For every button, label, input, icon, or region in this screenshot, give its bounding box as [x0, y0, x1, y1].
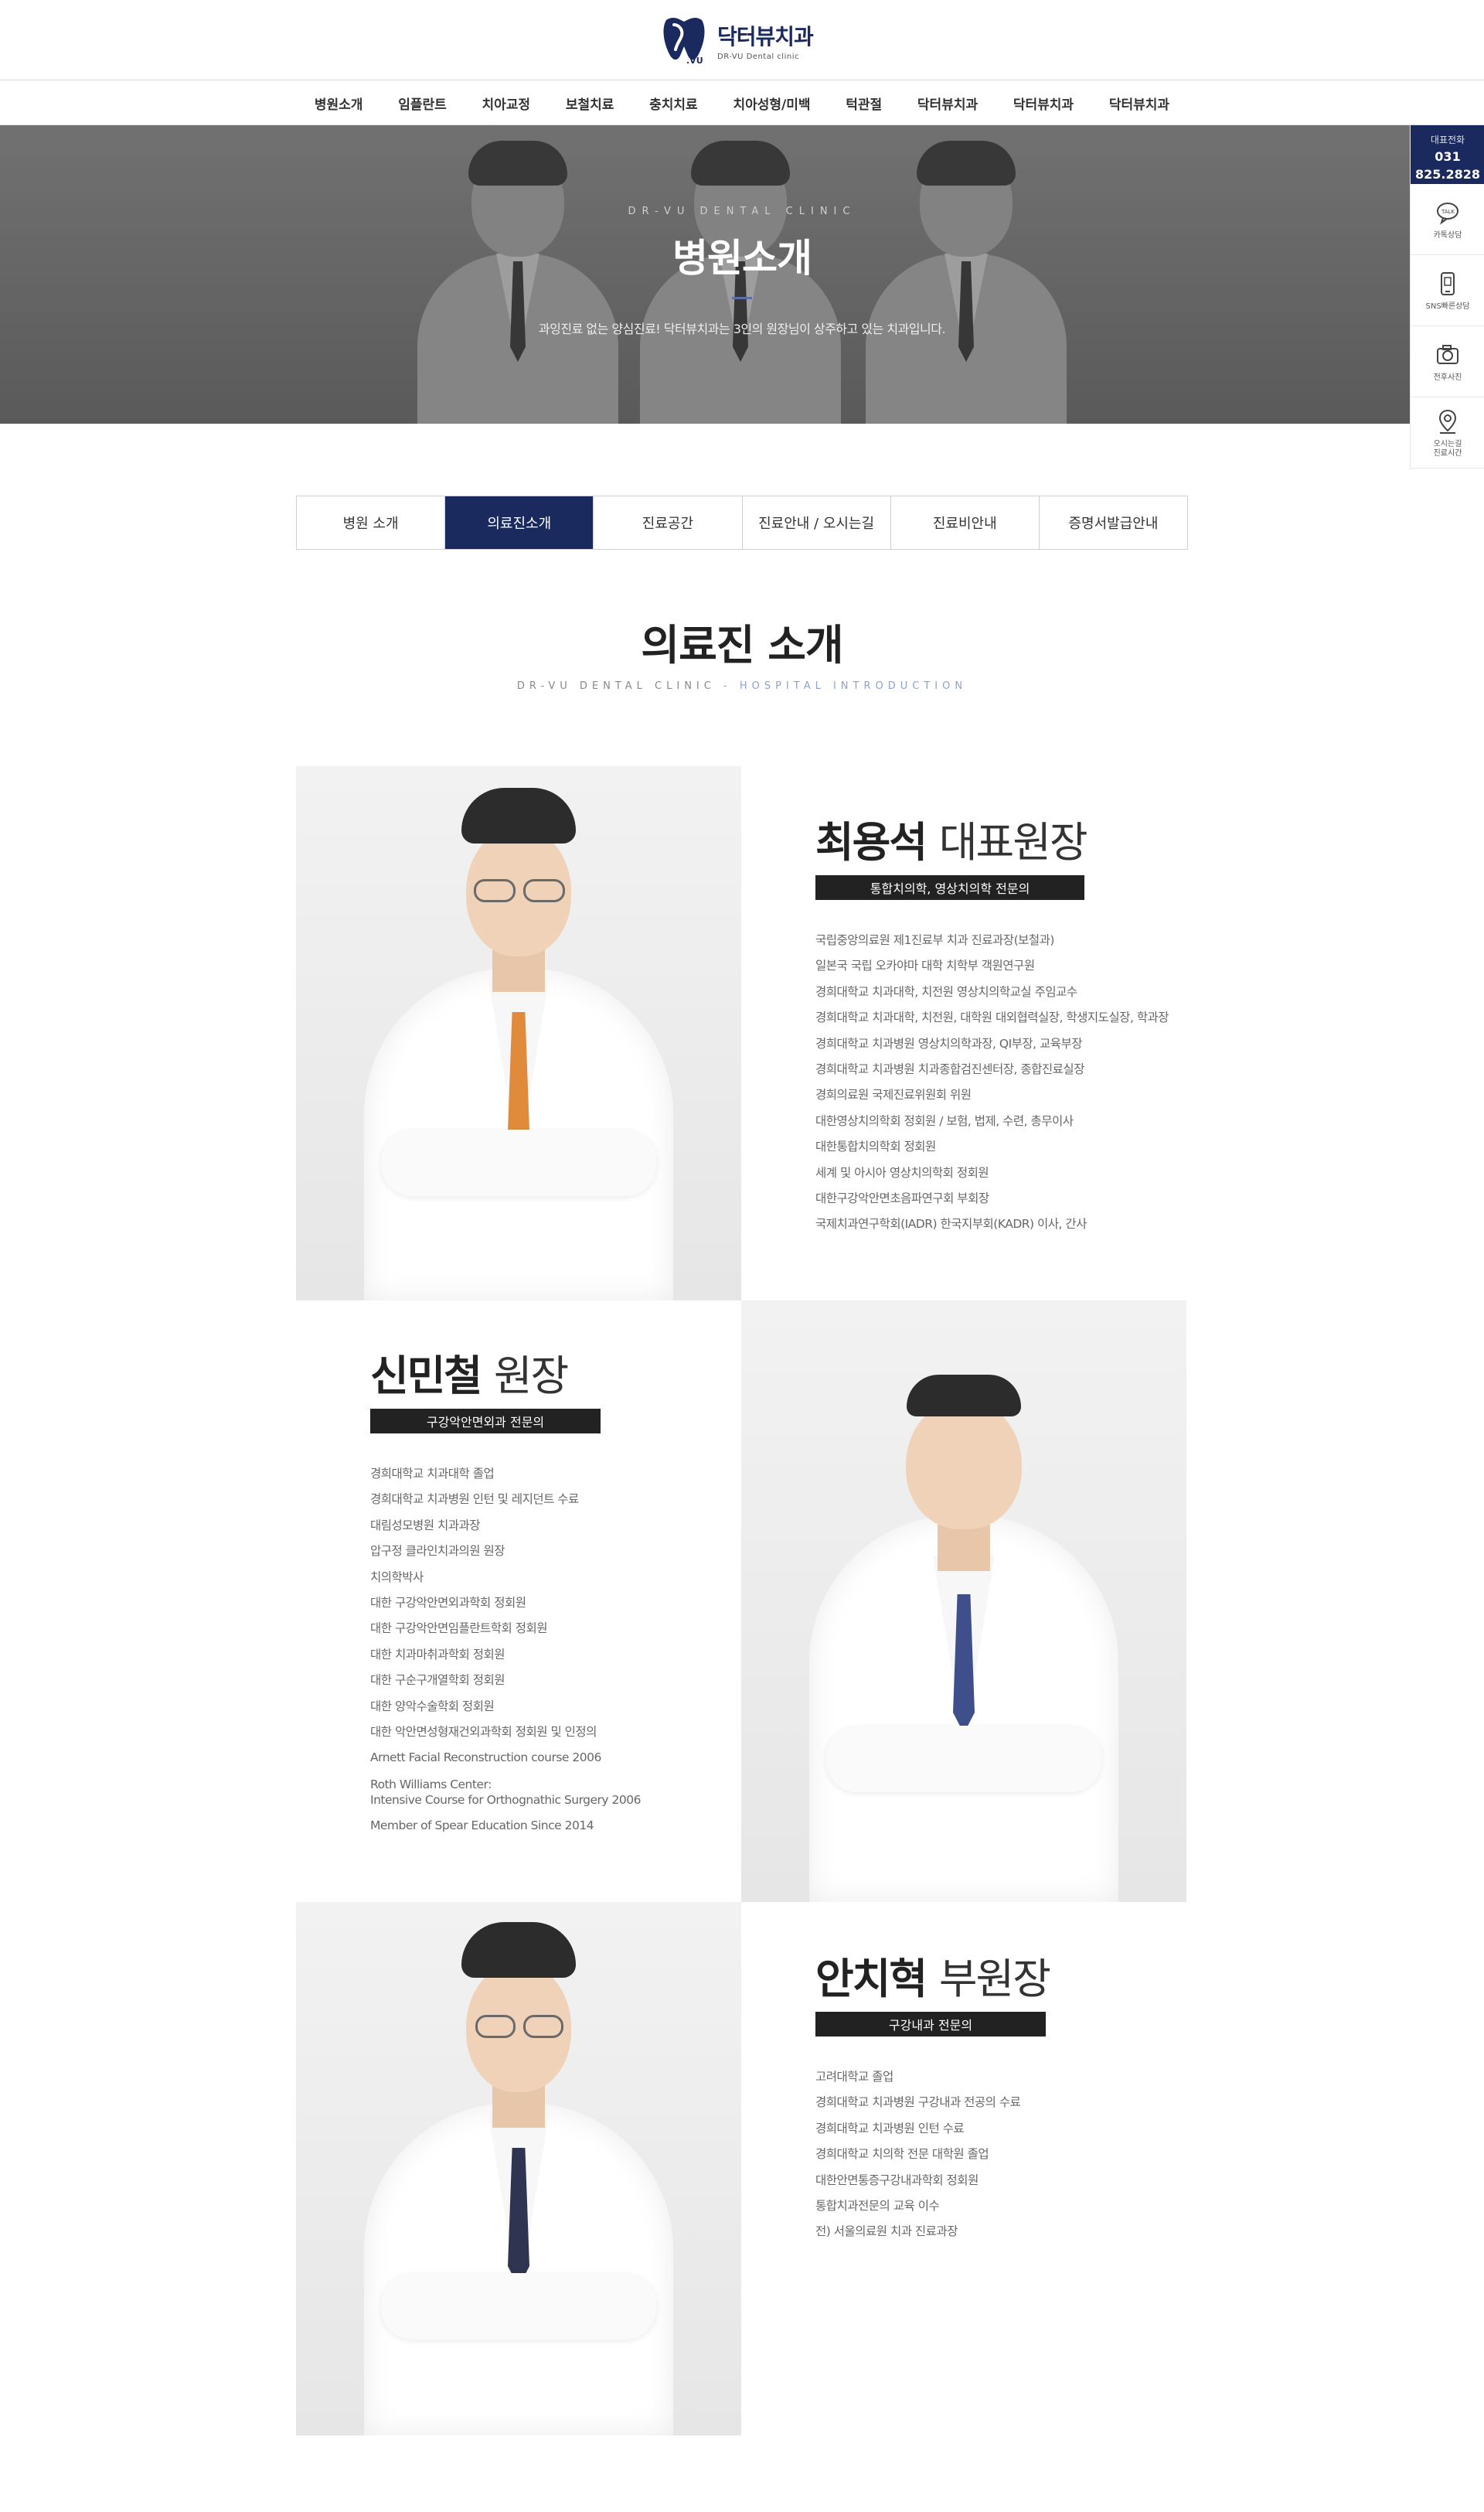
career-item: 대한구강악안면초음파연구회 부회장: [815, 1191, 989, 1206]
gnb-item-orthodontics[interactable]: 치아교정: [482, 94, 531, 113]
doctor-role: 부원장: [938, 1955, 1051, 2003]
map-pin-icon: [1438, 409, 1457, 434]
mobile-icon: [1441, 271, 1455, 295]
section-subtitle: DR-VU DENTAL CLINIC - HOSPITAL INTRODUCT…: [0, 680, 1484, 692]
logo-mark-text: .VU: [686, 56, 703, 65]
chat-icon: TALK: [1437, 202, 1458, 225]
quick-location[interactable]: 오시는길 진료시간: [1411, 397, 1484, 469]
gnb-item-hospital[interactable]: 병원소개: [315, 94, 363, 113]
career-item: 경희대학교 치의학 전문 대학원 졸업: [815, 2147, 989, 2162]
sub-tabs: 병원 소개 의료진소개 진료공간 진료안내 / 오시는길 진료비안내 증명서발급…: [296, 496, 1188, 550]
section-subtitle-main: DR-VU DENTAL CLINIC: [516, 680, 716, 692]
tab-hospital-intro[interactable]: 병원 소개: [297, 496, 446, 549]
gnb-item-drvu-1[interactable]: 닥터뷰치과: [917, 94, 978, 113]
camera-icon: [1437, 344, 1458, 364]
career-item: 전) 서울의료원 치과 진료과장: [815, 2224, 958, 2239]
career-item: 고려대학교 졸업: [815, 2070, 893, 2084]
quick-call-title: 대표전화: [1430, 135, 1465, 145]
career-item: 대한영상치의학회 정회원 / 보험, 법제, 수련, 총무이사: [815, 1113, 1074, 1128]
quick-before-after-label: 전후사진: [1433, 373, 1462, 382]
doctor-photo: [296, 1902, 741, 2435]
gnb-item-prosthetics[interactable]: 보철치료: [566, 94, 614, 113]
doctor-specialty-badge: 통합치의학, 영상치의학 전문의: [815, 875, 1084, 900]
doctor-name: 최용석 대표원장: [815, 818, 1261, 867]
gnb-item-tmj[interactable]: 턱관절: [846, 94, 882, 113]
doctor-specialty-badge: 구강내과 전문의: [815, 2012, 1046, 2037]
career-item: 경희대학교 치과병원 영상치의학과장, QI부장, 교육부장: [815, 1036, 1083, 1051]
doctor-info: 최용석 대표원장 통합치의학, 영상치의학 전문의 국립중앙의료원 제1진료부 …: [815, 818, 1261, 1238]
logo-name: 닥터뷰치과: [717, 23, 814, 49]
doctor-role: 대표원장: [938, 818, 1088, 867]
hero-description: 과잉진료 없는 양심진료! 닥터뷰치과는 3인의 원장님이 상주하고 있는 치과…: [538, 322, 946, 336]
svg-text:TALK: TALK: [1441, 209, 1455, 215]
section-subtitle-separator: -: [715, 680, 740, 692]
tab-fees[interactable]: 진료비안내: [890, 496, 1040, 549]
quick-call-box[interactable]: 대표전화 031 825.2828: [1411, 125, 1484, 184]
career-item: 경희대학교 치과대학, 치전원 영상치의학교실 주임교수: [815, 984, 1077, 999]
hero-eyebrow: DR-VU DENTAL CLINIC: [628, 206, 856, 217]
quick-kakao-label: 카톡상담: [1433, 230, 1462, 240]
section-title: 의료진 소개: [641, 621, 843, 670]
main-navigation: 병원소개 임플란트 치아교정 보철치료 충치치료 치아성형/미백 턱관절 닥터뷰…: [0, 80, 1484, 125]
logo-subtitle: DR-VU Dental clinic: [717, 52, 799, 61]
tab-certificates[interactable]: 증명서발급안내: [1039, 496, 1188, 549]
gnb-item-cavity[interactable]: 충치치료: [649, 94, 698, 113]
doctor-name-text: 안치혁: [815, 1955, 928, 2003]
quick-location-label: 오시는길 진료시간: [1433, 439, 1462, 458]
career-item: 경희의료원 국제진료위원회 위원: [815, 1088, 972, 1103]
section-subtitle-accent: HOSPITAL INTRODUCTION: [739, 680, 968, 692]
career-item: 경희대학교 치과대학, 치전원, 대학원 대외협력실장, 학생지도실장, 학과장: [815, 1011, 1169, 1025]
gnb-item-drvu-3[interactable]: 닥터뷰치과: [1109, 94, 1169, 113]
career-item: 대한통합치의학회 정회원: [815, 1140, 936, 1154]
career-item: 국립중앙의료원 제1진료부 치과 진료과장(보철과): [815, 933, 1054, 947]
tab-medical-staff[interactable]: 의료진소개: [445, 496, 594, 549]
hero-title: 병원소개: [672, 236, 812, 281]
site-header: .VU 닥터뷰치과 DR-VU Dental clinic: [0, 0, 1484, 80]
quick-sns-label: SNS빠른상담: [1425, 302, 1470, 311]
career-item: 대한안면통증구강내과학회 정회원: [815, 2173, 979, 2187]
quick-sns-consult[interactable]: SNS빠른상담: [1411, 255, 1484, 326]
doctor-photo: [741, 1300, 1186, 1902]
doctor-name: 안치혁 부원장: [815, 1955, 1261, 2004]
gnb-item-cosmetic[interactable]: 치아성형/미백: [733, 94, 810, 113]
tab-hours-location[interactable]: 진료안내 / 오시는길: [742, 496, 891, 549]
tooth-logo-icon: .VU: [663, 17, 705, 65]
career-item: 경희대학교 치과병원 인턴 수료: [815, 2121, 965, 2135]
career-item: 세계 및 아시아 영상치의학회 정회원: [815, 1165, 989, 1180]
career-item: 통합치과전문의 교육 이수: [815, 2199, 940, 2214]
quick-menu: 대표전화 031 825.2828 TALK 카톡상담 SNS빠른상담 전후사진…: [1410, 125, 1484, 470]
gnb-item-implant[interactable]: 임플란트: [398, 94, 447, 113]
doctor-name-text: 신민철: [370, 1351, 482, 1400]
doctor-name-text: 최용석: [815, 818, 928, 867]
site-logo[interactable]: .VU 닥터뷰치과 DR-VU Dental clinic: [660, 15, 814, 65]
doctor-role: 원장: [493, 1351, 569, 1400]
quick-call-number-1: 031: [1435, 149, 1461, 164]
career-item: 국제치과연구학회(IADR) 한국지부회(KADR) 이사, 간사: [815, 1217, 1087, 1232]
quick-before-after[interactable]: 전후사진: [1411, 326, 1484, 397]
quick-call-number-2: 825.2828: [1414, 167, 1480, 182]
career-item: 경희대학교 치과병원 치과종합검진센터장, 종합진료실장: [815, 1062, 1084, 1077]
career-item: 경희대학교 치과병원 구강내과 전공의 수료: [815, 2095, 1021, 2110]
doctor-career-list: 고려대학교 졸업 경희대학교 치과병원 구강내과 전공의 수료 경희대학교 치과…: [815, 2064, 1261, 2245]
career-item: 일본국 국립 오카야마 대학 치학부 객원연구원: [815, 959, 1035, 973]
tab-facilities[interactable]: 진료공간: [594, 496, 743, 549]
gnb-item-drvu-2[interactable]: 닥터뷰치과: [1013, 94, 1074, 113]
doctor-specialty-badge: 구강악안면외과 전문의: [370, 1409, 601, 1433]
quick-kakao-consult[interactable]: TALK 카톡상담: [1411, 184, 1484, 255]
hero-banner: DR-VU DENTAL CLINIC 병원소개 과잉진료 없는 양심진료! 닥…: [0, 125, 1410, 424]
doctor-photo: [296, 766, 741, 1300]
doctor-info: 안치혁 부원장 구강내과 전문의 고려대학교 졸업 경희대학교 치과병원 구강내…: [815, 1955, 1261, 2245]
doctor-career-list: 국립중앙의료원 제1진료부 치과 진료과장(보철과) 일본국 국립 오카야마 대…: [815, 928, 1261, 1238]
hero-divider: [732, 297, 752, 299]
